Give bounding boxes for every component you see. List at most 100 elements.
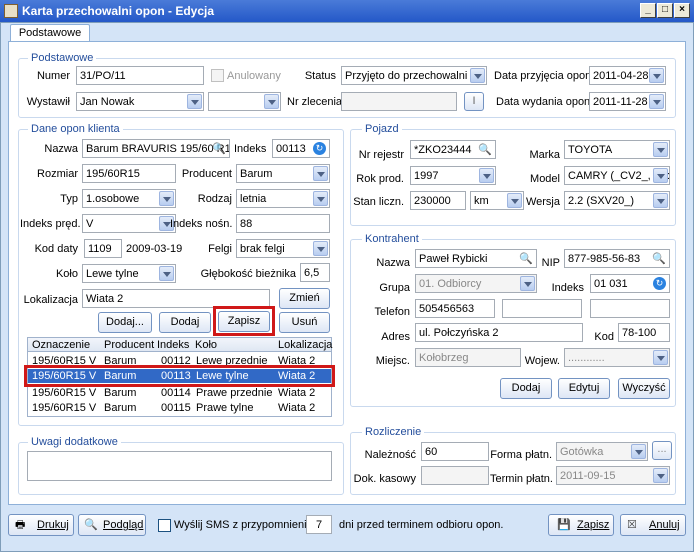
grupa-label: Grupa xyxy=(379,282,410,294)
indeks-pred-label: Indeks pręd. xyxy=(20,218,81,230)
wojew-select[interactable]: ............ xyxy=(564,348,670,367)
telefon3-input[interactable] xyxy=(590,299,670,318)
minimize-button[interactable]: _ xyxy=(640,3,656,18)
chevron-down-icon xyxy=(653,193,668,208)
telefon2-input[interactable] xyxy=(502,299,582,318)
highlight-selected-row xyxy=(24,365,335,387)
zapisz-opona-button[interactable]: Zapisz xyxy=(218,311,270,332)
wersja-select[interactable]: 2.2 (SXV20_) xyxy=(564,191,670,210)
kontrahent-nazwa-input[interactable]: Paweł Rybicki 🔍 xyxy=(415,249,537,268)
search-icon[interactable]: 🔍 xyxy=(212,142,226,156)
chevron-down-icon xyxy=(187,94,202,109)
dok-kasowy-label: Dok. kasowy xyxy=(353,473,416,485)
sms-label: Wyślij SMS z przypomnieniem xyxy=(174,519,322,531)
forma-dots-button[interactable]: ... xyxy=(652,441,672,460)
producent-select[interactable]: Barum xyxy=(236,164,330,183)
tab-podstawowe[interactable]: Podstawowe xyxy=(10,24,90,42)
adres-input[interactable]: ul. Połczyńska 2 xyxy=(415,323,583,342)
save-icon: 💾 xyxy=(557,519,571,531)
naleznosc-input[interactable]: 60 xyxy=(421,442,489,461)
nr-zlecenia-input[interactable] xyxy=(341,92,457,111)
kod-daty-input[interactable]: 1109 xyxy=(84,239,122,258)
anuluj-button[interactable]: ☒ Anuluj xyxy=(620,514,686,536)
close-button[interactable]: × xyxy=(674,3,690,18)
refresh-icon[interactable]: ↻ xyxy=(313,142,326,155)
usun-button[interactable]: Usuń xyxy=(279,312,330,333)
data-przyjecia-select[interactable]: 2011-04-28 xyxy=(589,66,666,85)
search-icon[interactable]: 🔍 xyxy=(478,143,492,157)
dodaj-opona-button[interactable]: Dodaj xyxy=(159,312,211,333)
nip-input[interactable]: 877-985-56-83 🔍 xyxy=(564,249,670,268)
forma-platn-select[interactable]: Gotówka xyxy=(556,442,648,461)
sms-checkbox[interactable] xyxy=(158,519,171,532)
data-wydania-select[interactable]: 2011-11-28 xyxy=(589,92,666,111)
search-icon[interactable]: 🔍 xyxy=(652,252,666,266)
maximize-button[interactable]: □ xyxy=(657,3,673,18)
zapisz-button[interactable]: 💾 Zapisz xyxy=(548,514,614,536)
typ-select[interactable]: 1.osobowe xyxy=(82,189,176,208)
stan-licz-input[interactable]: 230000 xyxy=(410,191,466,210)
numer-label: Numer xyxy=(36,70,70,82)
rok-prod-select[interactable]: 1997 xyxy=(410,166,496,185)
zmien-button[interactable]: Zmień xyxy=(279,288,330,309)
rodzaj-label: Rodzaj xyxy=(197,193,232,205)
termin-platn-label: Termin płatn. xyxy=(490,473,553,485)
kontrahent-edytuj-button[interactable]: Edytuj xyxy=(558,378,610,399)
grupa-select[interactable]: 01. Odbiorcy xyxy=(415,274,537,293)
indeks-opony-input[interactable]: 00113 ↻ xyxy=(272,139,330,158)
kontrahent-dodaj-button[interactable]: Dodaj xyxy=(500,378,552,399)
kolo-select[interactable]: Lewe tylne xyxy=(82,264,176,283)
forma-platn-label: Forma płatn. xyxy=(490,449,552,461)
col-oznaczenie[interactable]: Oznaczenie xyxy=(32,339,90,351)
close-icon: ☒ xyxy=(627,519,637,531)
chevron-down-icon xyxy=(520,276,535,291)
nr-rejestr-input[interactable]: *ZKO23444 🔍 xyxy=(410,140,496,159)
indeks-pred-select[interactable]: V xyxy=(82,214,176,233)
producent-label: Producent xyxy=(181,168,232,180)
glebokosc-input[interactable]: 6,5 xyxy=(300,263,330,282)
dodaj-dots-button[interactable]: Dodaj... xyxy=(98,312,152,333)
model-select[interactable]: CAMRY (_CV2_, _V: xyxy=(564,166,670,185)
uwagi-textarea[interactable] xyxy=(27,451,332,481)
model-label: Model xyxy=(530,173,560,185)
table-row[interactable]: 195/60R15 V Barum 00114 Prawe przednie Wiata… xyxy=(28,386,331,400)
indeks-opony-label: Indeks xyxy=(234,143,267,155)
nazwa-opony-input[interactable]: Barum BRAVURIS 195/60 R1 🔍 xyxy=(82,139,230,158)
numer-input[interactable]: 31/PO/11 xyxy=(76,66,204,85)
status-select[interactable]: Przyjęto do przechowalni xyxy=(341,66,487,85)
kolo-label: Koło xyxy=(55,268,78,280)
marka-select[interactable]: TOYOTA xyxy=(564,140,670,159)
kontrahent-wyczysc-button[interactable]: Wyczyść xyxy=(618,378,670,399)
info-button[interactable]: I xyxy=(464,92,484,111)
anulowany-checkbox[interactable] xyxy=(211,69,224,82)
kontrahent-indeks-input[interactable]: 01 031 ↻ xyxy=(590,274,670,293)
rozmiar-input[interactable]: 195/60R15 xyxy=(82,164,176,183)
col-kolo[interactable]: Koło xyxy=(195,339,217,351)
rodzaj-select[interactable]: letnia xyxy=(236,189,330,208)
drukuj-button[interactable]: 🖶 Drukuj xyxy=(8,514,74,536)
col-indeks[interactable]: Indeks xyxy=(157,339,189,351)
felgi-select[interactable]: brak felgi xyxy=(236,239,330,258)
indeks-nosn-input[interactable]: 88 xyxy=(236,214,330,233)
wojew-label: Wojew. xyxy=(524,355,560,367)
wystawil-select[interactable]: Jan Nowak xyxy=(76,92,204,111)
sms-days-input[interactable]: 7 xyxy=(306,515,332,534)
col-lokalizacja[interactable]: Lokalizacja xyxy=(278,339,332,351)
chevron-down-icon xyxy=(313,241,328,256)
col-producent[interactable]: Producent xyxy=(104,339,154,351)
kod-input[interactable]: 78-100 xyxy=(618,323,670,342)
chevron-down-icon xyxy=(313,166,328,181)
chevron-down-icon xyxy=(264,94,279,109)
termin-platn-select[interactable]: 2011-09-15 xyxy=(556,466,670,485)
table-row[interactable]: 195/60R15 V Barum 00115 Prawe tylne Wiata 2 xyxy=(28,401,331,415)
refresh-icon[interactable]: ↻ xyxy=(653,277,666,290)
chevron-down-icon xyxy=(653,142,668,157)
wystawil2-select[interactable] xyxy=(208,92,281,111)
dok-kasowy-input[interactable] xyxy=(421,466,489,485)
telefon-input[interactable]: 505456563 xyxy=(415,299,495,318)
podglad-button[interactable]: 🔍 Podgląd xyxy=(78,514,146,536)
nr-rejestr-label: Nr rejestr xyxy=(358,149,404,161)
group-rozliczenie-title: Rozliczenie xyxy=(362,426,425,438)
miejsc-input[interactable]: Kołobrzeg xyxy=(415,348,521,367)
naleznosc-label: Należność xyxy=(364,449,416,461)
